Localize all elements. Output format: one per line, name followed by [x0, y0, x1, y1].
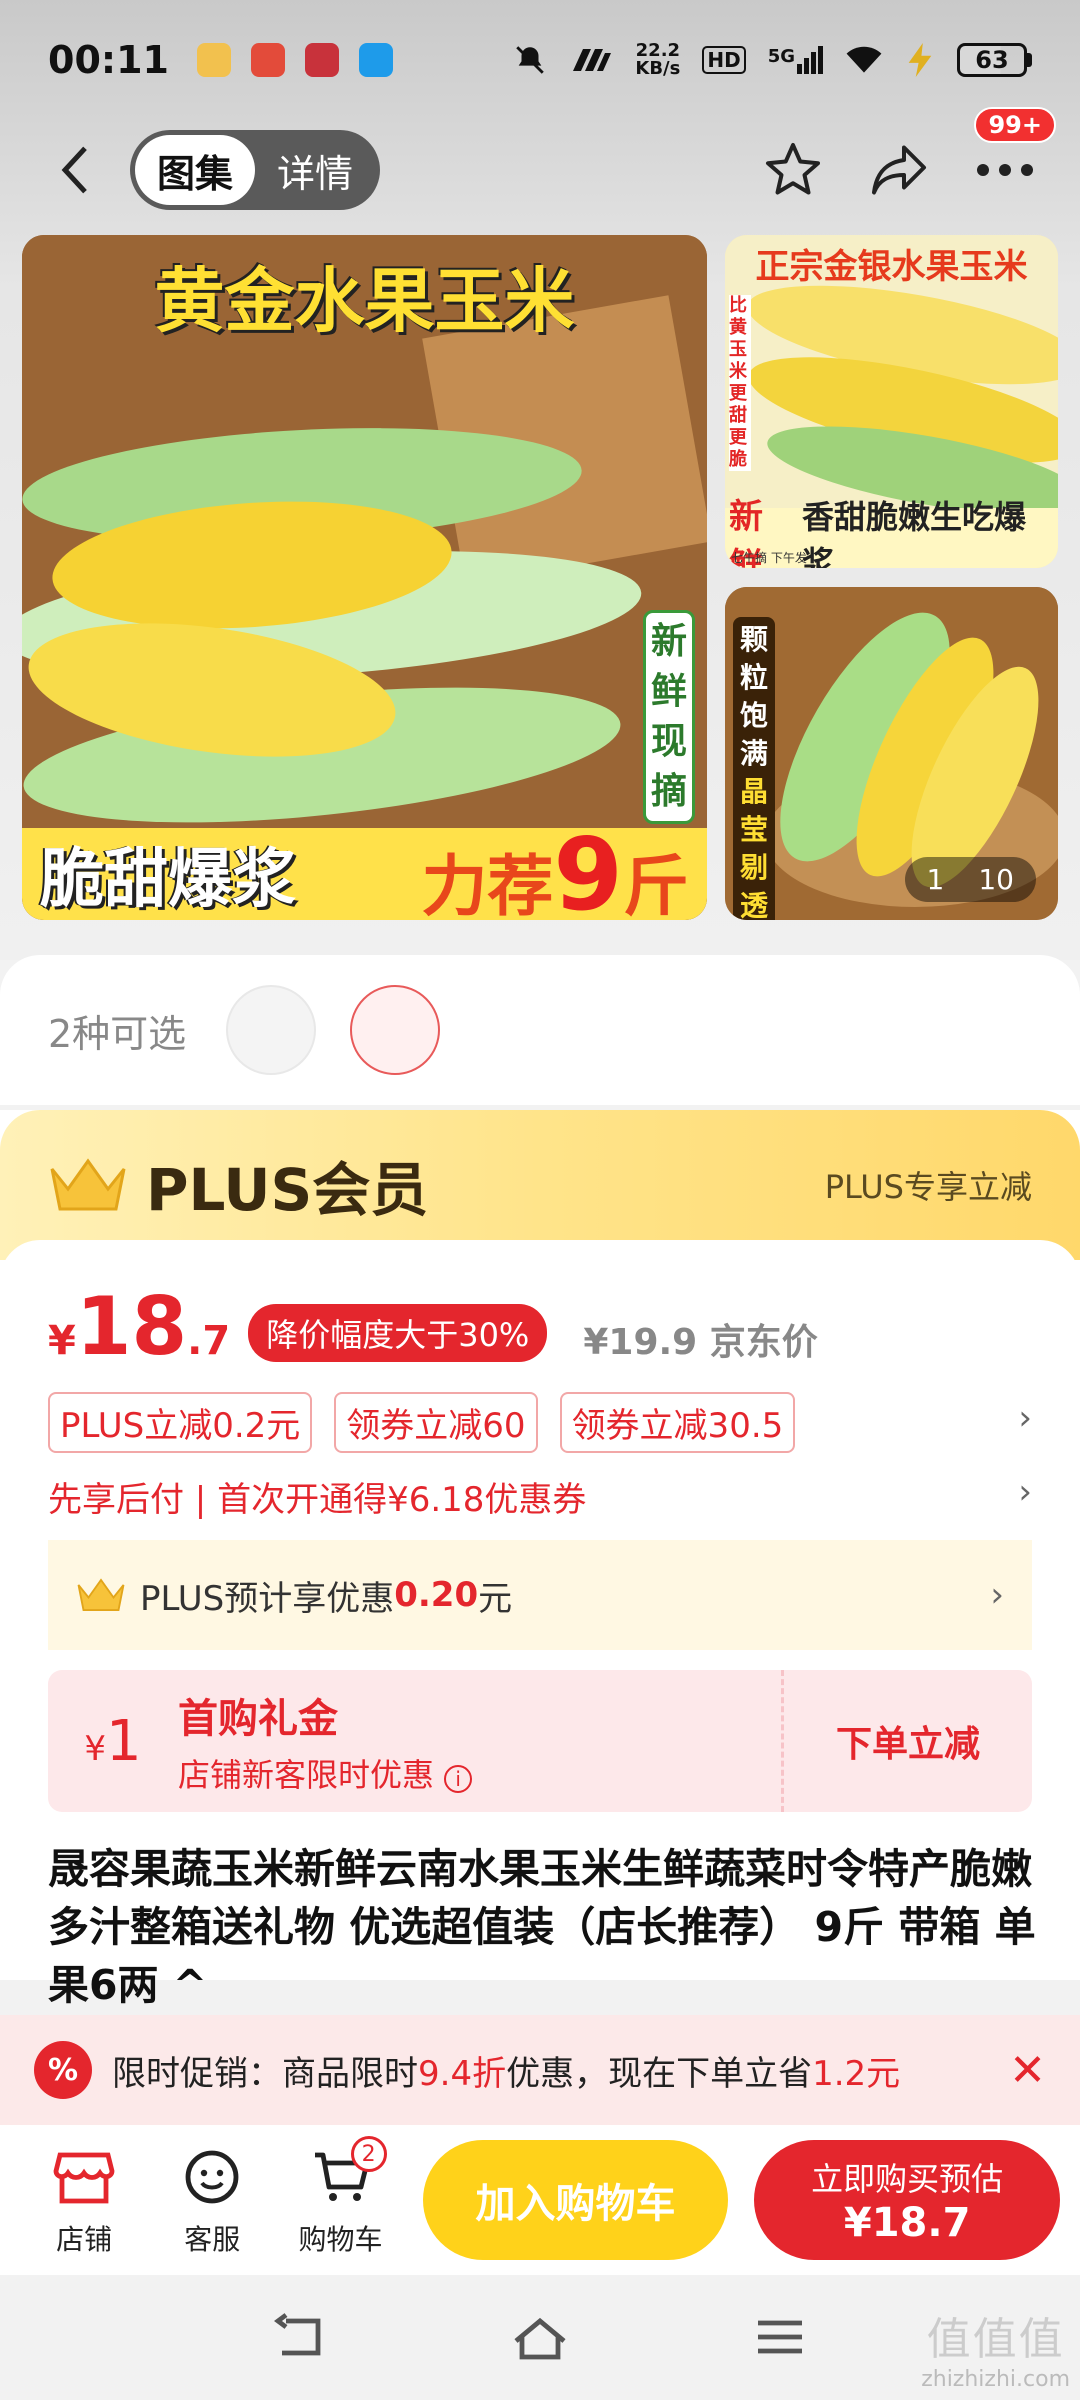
top-nav: 图集 详情 99+ — [0, 107, 1080, 215]
signal-icon: 5G — [768, 46, 823, 74]
main-image-vertical-label: 新 鲜 现 摘 — [643, 610, 695, 824]
gift-action-button[interactable]: 下单立减 — [784, 1715, 1032, 1767]
thumbnail-image-2[interactable]: 颗 粒 饱 满 晶 莹 剔 透 1 10 — [725, 587, 1058, 920]
thumbnail-1-small-note: 七午摘 下午发 — [731, 551, 807, 565]
service-icon — [185, 2150, 239, 2204]
main-banner-right: 力荐9斤 — [421, 815, 689, 921]
main-banner-left: 脆甜爆浆 — [40, 843, 296, 917]
system-nav-bar — [0, 2275, 1080, 2400]
customer-service-button[interactable]: 客服 — [148, 2142, 276, 2258]
battery-icon: 63 — [957, 43, 1032, 77]
app-notification-icon — [358, 43, 393, 77]
back-button[interactable] — [40, 130, 110, 210]
cart-button[interactable]: 购物车 2 — [276, 2136, 404, 2258]
percent-icon: % — [34, 2041, 92, 2099]
more-button[interactable] — [970, 135, 1040, 205]
jd-price: ¥19.9 京东价 — [583, 1322, 818, 1363]
status-bar: 00:11 22.2 KB/s HD 5G 63 — [0, 0, 1080, 120]
price-card: PLUS会员 PLUS专享立减 ¥ 18 .7 降价幅度大于30% ¥19.9 … — [0, 1110, 1080, 2009]
thumbnail-1-title: 正宗金银水果玉米 — [755, 247, 1028, 287]
main-image-title: 黄金水果玉米 — [154, 260, 575, 342]
share-icon — [872, 145, 926, 195]
mute-icon — [516, 46, 545, 74]
wifi-icon — [846, 46, 882, 73]
price-drop-tag: 降价幅度大于30% — [248, 1304, 548, 1362]
nfc-icon — [573, 49, 612, 71]
price-row: ¥ 18 .7 降价幅度大于30% ¥19.9 京东价 — [48, 1280, 818, 1373]
plus-right-text: PLUS专享立减 — [824, 1168, 1032, 1206]
chevron-right-icon: › — [990, 1575, 1004, 1615]
gift-amount: ¥1 — [84, 1708, 142, 1774]
crown-icon — [50, 1158, 126, 1211]
variant-swatch-1[interactable] — [226, 985, 317, 1075]
network-speed: 22.2 KB/s — [635, 40, 681, 79]
share-button[interactable] — [864, 135, 934, 205]
hd-icon: HD — [702, 46, 746, 74]
chevron-right-icon[interactable]: › — [1018, 1398, 1032, 1438]
plus-title: PLUS会员 — [146, 1156, 429, 1224]
charging-icon — [908, 43, 932, 77]
view-switcher: 图集 详情 — [130, 130, 381, 210]
app-notification-icon — [250, 43, 285, 77]
pay-later-info[interactable]: 先享后付 | 首次开通得¥6.18优惠券 — [48, 1472, 586, 1521]
chevron-right-icon[interactable]: › — [1018, 1472, 1032, 1512]
app-notification-icon — [196, 43, 231, 77]
pager-total: 10 — [978, 863, 1014, 896]
bottom-action-bar: 店铺 客服 购物车 2 加入购物车 立即购买预估 ¥18.7 — [0, 2125, 1080, 2275]
main-product-image[interactable]: 黄金水果玉米 新 鲜 现 摘 脆甜爆浆 力荐9斤 — [22, 235, 707, 920]
add-to-cart-button[interactable]: 加入购物车 — [422, 2140, 729, 2260]
product-title[interactable]: 晟容果蔬玉米新鲜云南水果玉米生鲜蔬菜时令特产脆嫩多汁整箱送礼物 优选超值装（店长… — [48, 1840, 1038, 2014]
first-purchase-gift[interactable]: ¥1 首购礼金 店铺新客限时优惠 i 下单立减 — [48, 1670, 1032, 1812]
buy-now-button[interactable]: 立即购买预估 ¥18.7 — [754, 2140, 1061, 2260]
back-arrow-icon — [61, 146, 87, 194]
crown-icon — [77, 1578, 125, 1611]
variant-count-label: 2种可选 — [48, 1011, 187, 1056]
info-icon[interactable]: i — [444, 1765, 473, 1793]
coupon-tag[interactable]: PLUS立减0.2元 — [48, 1392, 313, 1453]
variant-selector: 2种可选 — [0, 955, 1080, 1105]
back-nav-icon[interactable] — [270, 2312, 330, 2363]
shop-icon — [53, 2152, 115, 2204]
product-gallery[interactable]: 黄金水果玉米 新 鲜 现 摘 脆甜爆浆 力荐9斤 正宗金银水果玉米 比黄玉米更甜… — [22, 235, 1058, 925]
status-time: 00:11 — [48, 38, 169, 82]
pager-current: 1 — [926, 863, 945, 896]
price-decimal: .7 — [187, 1318, 231, 1364]
shop-button[interactable]: 店铺 — [20, 2142, 148, 2258]
close-icon[interactable]: ✕ — [1009, 2045, 1046, 2096]
plus-savings-row[interactable]: PLUS预计享优惠 0.20 元 › — [48, 1540, 1032, 1650]
star-icon — [766, 143, 820, 195]
gallery-pager: 1 10 — [904, 857, 1036, 902]
gift-title: 首购礼金 — [178, 1696, 338, 1742]
favorite-button[interactable] — [758, 135, 828, 205]
promo-banner[interactable]: % 限时促销：商品限时 9.4折 优惠，现在下单立省 1.2元 ✕ — [0, 2015, 1080, 2125]
gift-subtitle: 店铺新客限时优惠 i — [178, 1750, 781, 1796]
thumbnail-image-1[interactable]: 正宗金银水果玉米 比黄玉米更甜更脆 新鲜 香甜脆嫩生吃爆浆 七午摘 下午发 — [725, 235, 1058, 568]
main-image-banner: 脆甜爆浆 力荐9斤 — [22, 816, 707, 920]
menu-nav-icon[interactable] — [750, 2313, 810, 2363]
thumbnail-2-vertical-label: 颗 粒 饱 满 晶 莹 剔 透 — [733, 617, 775, 920]
watermark: 值值值 zhizhizhi.com — [921, 2314, 1070, 2392]
price-section: ¥ 18 .7 降价幅度大于30% ¥19.9 京东价 PLUS立减0.2元 领… — [0, 1240, 1080, 2009]
coupon-list[interactable]: PLUS立减0.2元 领券立减60 领券立减30.5 — [48, 1392, 796, 1453]
tab-details[interactable]: 详情 — [255, 135, 375, 205]
coupon-tag[interactable]: 领券立减60 — [334, 1392, 538, 1453]
price-integer: 18 — [75, 1280, 188, 1373]
home-nav-icon[interactable] — [510, 2313, 570, 2363]
plus-header[interactable]: PLUS会员 PLUS专享立减 — [0, 1110, 1080, 1260]
cart-count-badge: 2 — [350, 2136, 387, 2172]
variant-swatch-2[interactable] — [350, 985, 441, 1075]
message-badge: 99+ — [974, 107, 1056, 143]
app-notification-icon — [304, 43, 339, 77]
tab-gallery[interactable]: 图集 — [135, 135, 256, 205]
thumbnail-1-vertical: 比黄玉米更甜更脆 — [729, 295, 751, 471]
coupon-tag[interactable]: 领券立减30.5 — [559, 1392, 796, 1453]
more-icon — [977, 164, 1033, 176]
